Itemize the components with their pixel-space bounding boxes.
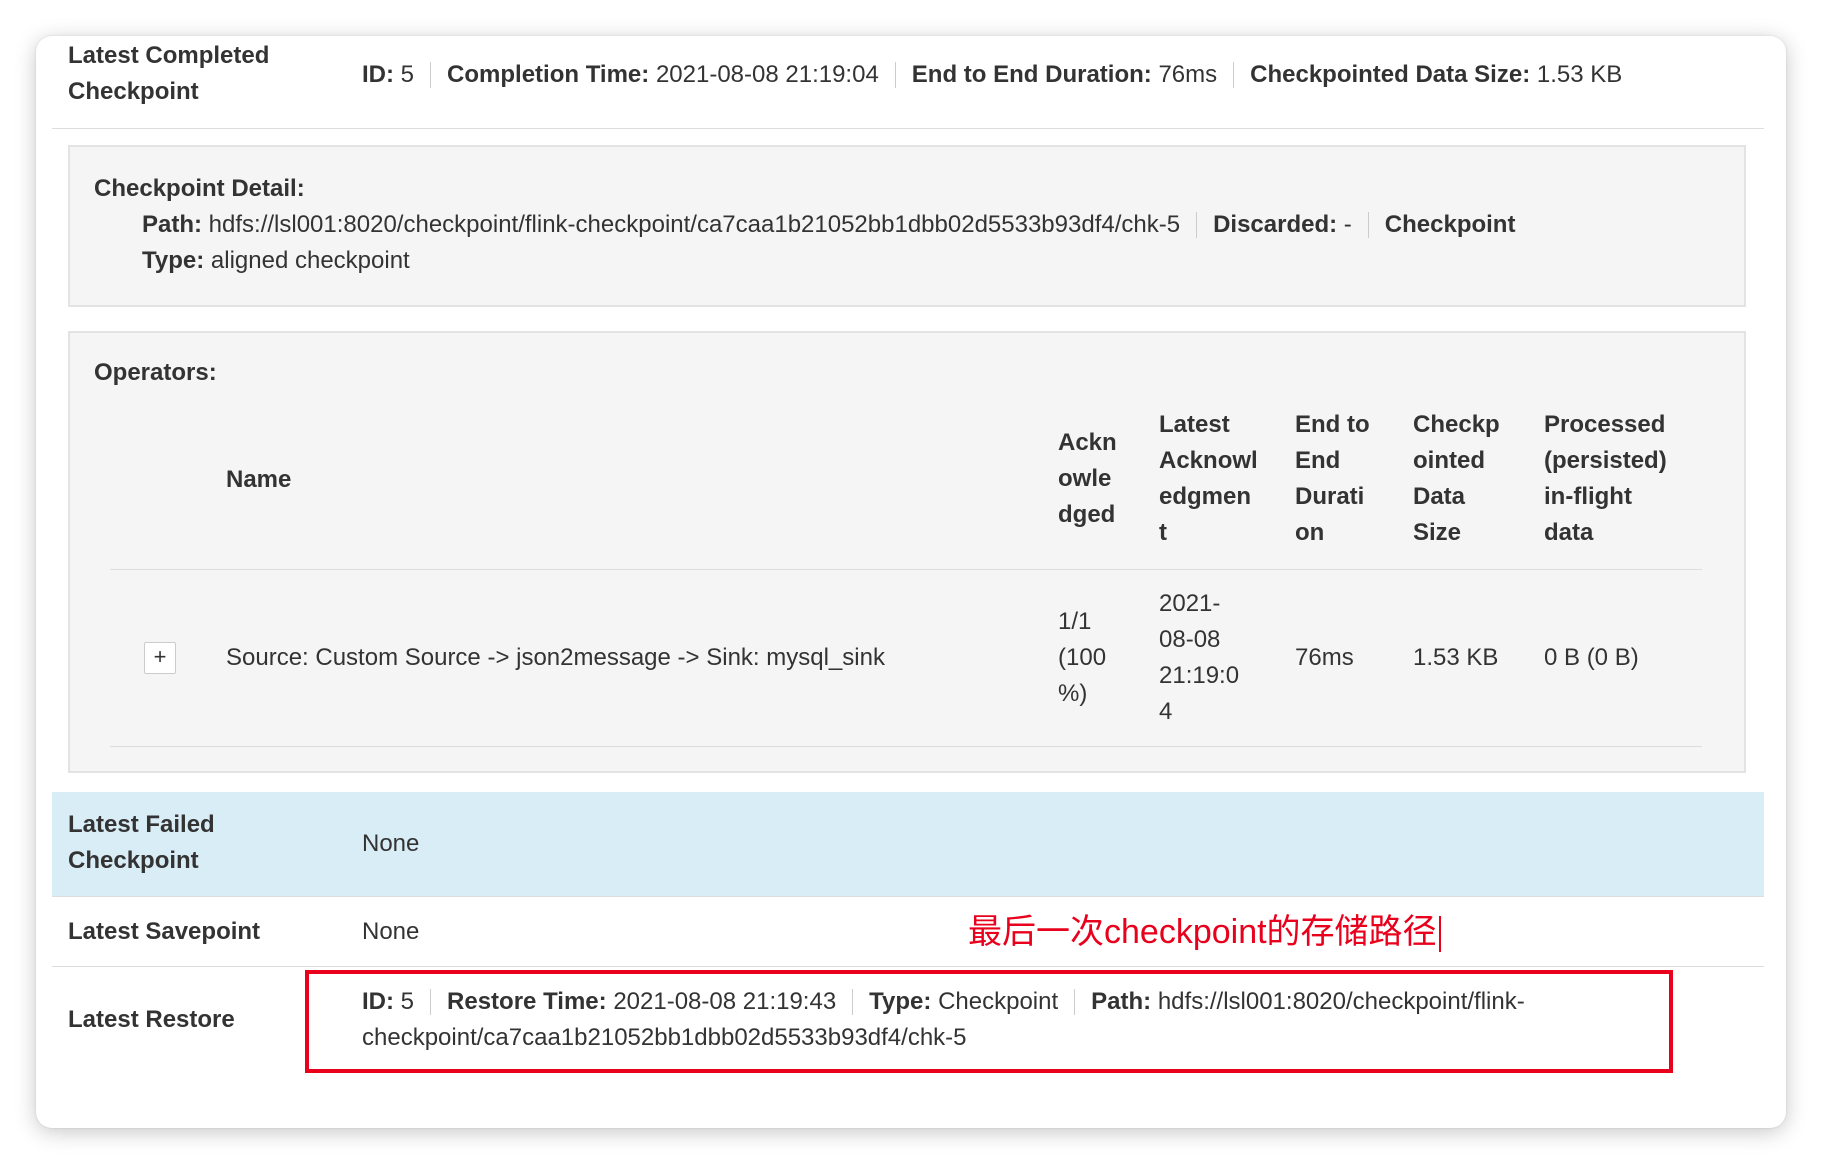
path-value: hdfs://lsl001:8020/checkpoint/flink-chec…: [208, 211, 1181, 238]
field-separator: [1196, 212, 1198, 238]
e2e-duration-value: 76ms: [1158, 61, 1218, 88]
discarded-key: Discarded:: [1213, 211, 1338, 238]
path-key: Path:: [142, 211, 202, 238]
data-size-value: 1.53 KB: [1536, 61, 1623, 88]
completion-time-value: 2021-08-08 21:19:04: [655, 61, 879, 88]
latest-completed-label: Latest Completed Checkpoint: [68, 42, 270, 105]
column-header-data-size[interactable]: Checkp ointed Data Size: [1413, 407, 1500, 551]
checkpoint-type-key-cont: Type:: [142, 247, 205, 274]
field-separator: [894, 62, 896, 88]
checkpoint-type-value: aligned checkpoint: [210, 247, 410, 274]
operators-panel: [68, 331, 1746, 773]
column-header-name[interactable]: Name: [226, 462, 291, 498]
expand-row-button[interactable]: +: [144, 642, 176, 674]
table-header-divider: [110, 569, 1702, 570]
latest-completed-fields: ID: 5 Completion Time: 2021-08-08 21:19:…: [362, 57, 1622, 93]
id-value: 5: [400, 61, 415, 88]
column-header-acknowledged[interactable]: Ackn owle dged: [1058, 425, 1117, 533]
field-separator: [430, 62, 432, 88]
id-key: ID:: [362, 61, 394, 88]
operator-latest-acknowledgment: 2021- 08-08 21:19:0 4: [1159, 590, 1240, 725]
latest-savepoint-value: None: [362, 918, 420, 945]
checkpoint-type-key: Checkpoint: [1384, 211, 1516, 238]
checkpoint-detail-line: Path: hdfs://lsl001:8020/checkpoint/flin…: [142, 207, 1515, 243]
text-caret: [1438, 916, 1441, 953]
table-row-divider: [110, 746, 1702, 747]
annotation-note: 最后一次checkpoint的存储路径: [968, 912, 1441, 953]
field-separator: [1233, 62, 1235, 88]
row-divider: [52, 896, 1764, 897]
operator-data-size: 1.53 KB: [1413, 644, 1499, 671]
discarded-value: -: [1343, 211, 1352, 238]
column-header-e2e-duration[interactable]: End to End Durati on: [1295, 407, 1370, 551]
e2e-duration-key: End to End Duration:: [911, 61, 1152, 88]
column-header-latest-acknowledgment[interactable]: Latest Acknowl edgmen t: [1159, 407, 1258, 551]
data-size-key: Checkpointed Data Size:: [1250, 61, 1531, 88]
operator-e2e-duration: 76ms: [1295, 644, 1354, 671]
completion-time-key: Completion Time:: [447, 61, 650, 88]
checkpoint-type-line: Type: aligned checkpoint: [142, 243, 410, 279]
latest-restore-label: Latest Restore: [68, 1006, 235, 1033]
row-divider: [52, 128, 1764, 129]
latest-failed-row: [52, 792, 1764, 896]
highlight-box: [305, 970, 1673, 1073]
operators-title: Operators:: [94, 359, 217, 386]
row-divider: [52, 966, 1764, 967]
operator-name: Source: Custom Source -> json2message ->…: [226, 644, 885, 671]
field-separator: [1367, 212, 1369, 238]
latest-failed-label: Latest Failed Checkpoint: [68, 811, 215, 874]
operator-acknowledged: 1/1 (100 %): [1058, 608, 1107, 707]
latest-savepoint-label: Latest Savepoint: [68, 918, 261, 945]
checkpoint-detail-title: Checkpoint Detail:: [94, 175, 305, 202]
operator-processed: 0 B (0 B): [1544, 644, 1639, 671]
latest-failed-value: None: [362, 830, 420, 857]
column-header-processed[interactable]: Processed (persisted) in-flight data: [1544, 407, 1667, 551]
